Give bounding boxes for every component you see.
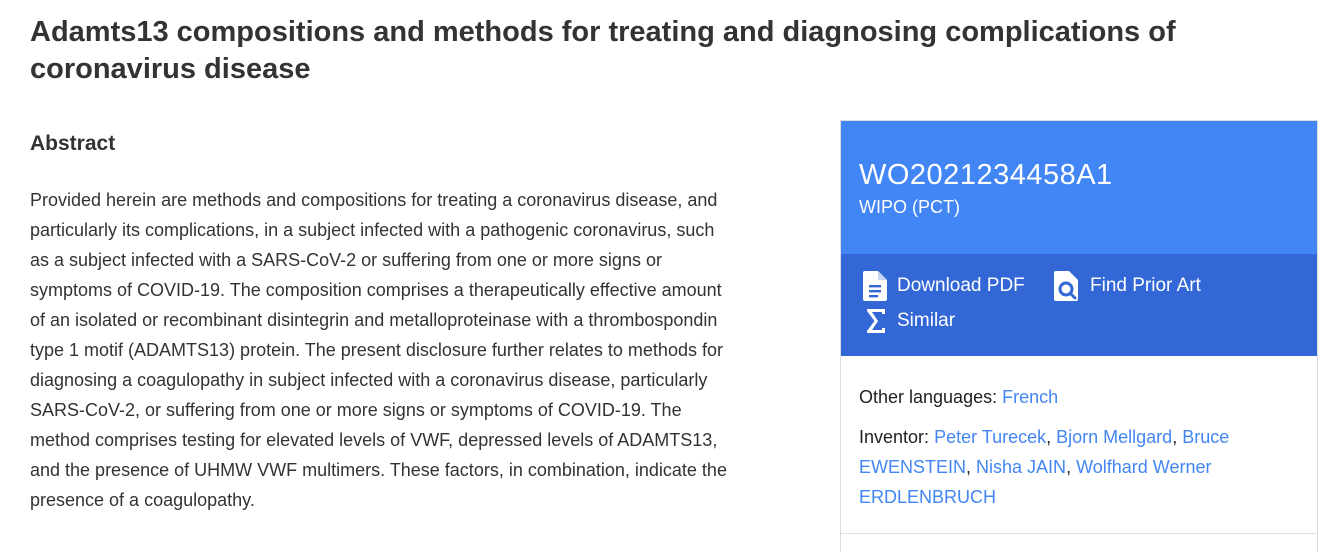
patent-info-card: WO2021234458A1 WIPO (PCT) Download PDF F…: [840, 120, 1318, 552]
other-languages-label: Other languages:: [859, 387, 998, 407]
other-languages-row: Other languages: French: [859, 382, 1299, 412]
publication-office: WIPO (PCT): [859, 197, 960, 217]
inventor-separator: ,: [966, 457, 977, 477]
download-pdf-button[interactable]: Download PDF: [863, 271, 1025, 301]
search-document-icon: [1054, 271, 1080, 301]
inventor-separator: ,: [1172, 427, 1183, 447]
language-link-french[interactable]: French: [1002, 387, 1058, 407]
inventor-row: Inventor: Peter Turecek, Bjorn Mellgard,…: [859, 422, 1299, 512]
abstract-text: Provided herein are methods and composit…: [30, 190, 727, 510]
similar-button[interactable]: Similar: [865, 308, 955, 334]
document-icon: [863, 271, 887, 301]
download-pdf-label: Download PDF: [897, 275, 1025, 296]
inventor-separator: ,: [1046, 427, 1057, 447]
card-divider: [841, 533, 1317, 534]
sigma-icon: [865, 308, 887, 334]
inventor-link[interactable]: Bjorn Mellgard: [1056, 427, 1172, 447]
publication-number: WO2021234458A1: [859, 159, 1113, 191]
inventor-label: Inventor:: [859, 427, 930, 447]
abstract-heading: Abstract: [30, 132, 116, 155]
page-title: Adamts13 compositions and methods for tr…: [30, 16, 1176, 85]
inventor-link[interactable]: Peter Turecek: [934, 427, 1046, 447]
card-header: WO2021234458A1 WIPO (PCT): [841, 121, 1317, 254]
similar-label: Similar: [897, 310, 956, 331]
find-prior-art-button[interactable]: Find Prior Art: [1054, 271, 1201, 301]
find-prior-art-label: Find Prior Art: [1090, 275, 1201, 296]
patent-page: Adamts13 compositions and methods for tr…: [0, 0, 1331, 552]
inventor-link[interactable]: Nisha JAIN: [976, 457, 1066, 477]
card-actions: Download PDF Find Prior Art Similar: [841, 254, 1317, 356]
card-details: Other languages: French Inventor: Peter …: [841, 356, 1317, 512]
inventor-separator: ,: [1066, 457, 1077, 477]
